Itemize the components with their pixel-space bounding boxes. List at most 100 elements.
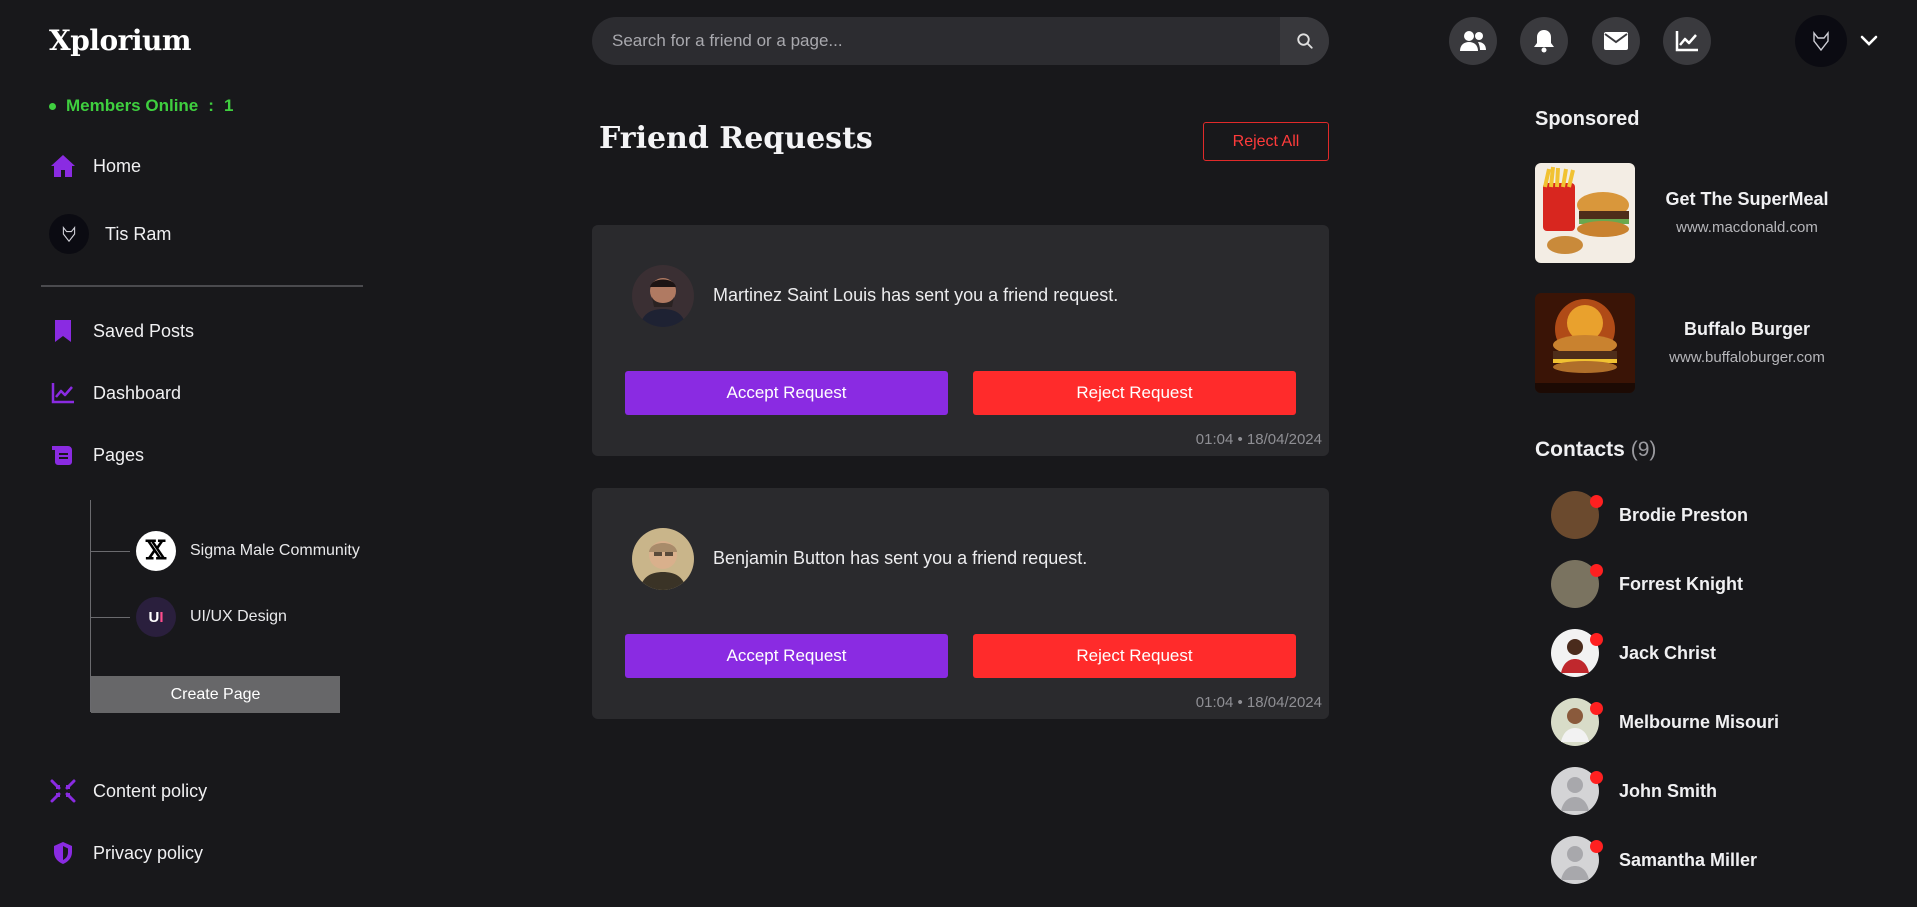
search-button[interactable] — [1280, 17, 1329, 65]
contact-name: John Smith — [1619, 780, 1717, 801]
contact-name: Jack Christ — [1619, 642, 1717, 663]
contact-name: Melbourne Misouri — [1619, 711, 1780, 732]
pages-icon — [49, 441, 77, 469]
sigma-page-logo-icon: 𝕏 — [136, 531, 176, 571]
nav-dashboard-label: Dashboard — [93, 382, 182, 403]
mail-icon — [1604, 32, 1628, 50]
status-indicator — [1590, 495, 1603, 508]
nav-content-policy[interactable]: Content policy — [49, 777, 207, 805]
app-logo[interactable]: Xplorium — [49, 24, 192, 57]
contacts-count: (9) — [1630, 438, 1657, 461]
members-online-label: Members Online — [66, 96, 199, 115]
nav-dashboard[interactable]: Dashboard — [49, 379, 181, 407]
ad-title[interactable]: Get The SuperMeal — [1643, 189, 1851, 210]
profile-avatar[interactable] — [1795, 15, 1847, 67]
status-indicator — [1590, 564, 1603, 577]
pages-tree-branch — [90, 551, 130, 552]
request-timestamp: 01:04 • 18/04/2024 — [1195, 694, 1322, 711]
page-title: Friend Requests — [599, 121, 873, 156]
search-bar — [592, 17, 1329, 65]
home-icon — [49, 152, 77, 180]
contact-item[interactable]: Forrest Knight — [1551, 560, 1743, 608]
search-icon — [1296, 33, 1313, 49]
contact-avatar — [1551, 698, 1603, 746]
accept-request-button[interactable]: Accept Request — [625, 634, 948, 678]
ad-image[interactable] — [1535, 163, 1635, 263]
members-online: Members Online : 1 — [49, 96, 233, 116]
members-online-count: 1 — [223, 96, 234, 115]
nav-home[interactable]: Home — [49, 152, 141, 180]
profile-menu-toggle[interactable] — [1857, 29, 1881, 53]
contact-item[interactable]: John Smith — [1551, 767, 1717, 815]
user-name: Tis Ram — [105, 223, 172, 244]
nav-home-label: Home — [93, 155, 142, 176]
contact-item[interactable]: Melbourne Misouri — [1551, 698, 1779, 746]
contact-avatar — [1551, 491, 1603, 539]
page-item-label: UI/UX Design — [190, 608, 287, 625]
requester-avatar[interactable] — [632, 528, 694, 590]
sidebar-divider — [41, 285, 363, 287]
friends-button[interactable] — [1449, 17, 1497, 65]
nav-privacy-policy[interactable]: Privacy policy — [49, 839, 203, 867]
reject-request-button[interactable]: Reject Request — [973, 371, 1296, 415]
request-timestamp: 01:04 • 18/04/2024 — [1195, 431, 1322, 448]
content-policy-icon — [49, 777, 77, 805]
contact-avatar — [1551, 629, 1603, 677]
nav-saved-posts[interactable]: Saved Posts — [49, 317, 194, 345]
chart-line-icon — [49, 379, 77, 407]
shield-icon — [49, 839, 77, 867]
messages-button[interactable] — [1592, 17, 1640, 65]
status-indicator — [1590, 840, 1603, 853]
friend-request-card: Benjamin Button has sent you a friend re… — [592, 488, 1329, 719]
pages-tree-branch — [90, 617, 130, 618]
status-indicator — [1590, 771, 1603, 784]
sponsored-heading: Sponsored — [1535, 108, 1640, 130]
contacts-label: Contacts — [1535, 438, 1625, 461]
ad-image[interactable] — [1535, 293, 1635, 393]
contact-avatar — [1551, 560, 1603, 608]
chart-icon — [1675, 31, 1698, 52]
sponsored-ad[interactable]: Get The SuperMeal www.macdonald.com — [1535, 163, 1851, 263]
status-indicator — [1590, 702, 1603, 715]
uiux-page-logo-icon: UI — [136, 597, 176, 637]
user-avatar — [49, 214, 89, 254]
accept-request-button[interactable]: Accept Request — [625, 371, 948, 415]
dashboard-button[interactable] — [1663, 17, 1711, 65]
nav-saved-posts-label: Saved Posts — [93, 320, 195, 341]
bookmark-icon — [49, 317, 77, 345]
contact-item[interactable]: Jack Christ — [1551, 629, 1716, 677]
page-item-ui-ux-design[interactable]: UI UI/UX Design — [136, 597, 287, 637]
contacts-heading: Contacts (9) — [1535, 438, 1656, 462]
request-message: Martinez Saint Louis has sent you a frie… — [713, 285, 1119, 305]
nav-privacy-policy-label: Privacy policy — [93, 842, 204, 863]
contact-avatar — [1551, 767, 1603, 815]
page-item-sigma-male-community[interactable]: 𝕏 Sigma Male Community — [136, 531, 360, 571]
contact-item[interactable]: Samantha Miller — [1551, 836, 1757, 884]
nav-pages-label: Pages — [93, 444, 145, 465]
friends-icon — [1460, 31, 1486, 51]
page-item-label: Sigma Male Community — [190, 542, 360, 559]
sponsored-ad[interactable]: Buffalo Burger www.buffaloburger.com — [1535, 293, 1851, 393]
contact-name: Forrest Knight — [1619, 573, 1743, 594]
ad-url[interactable]: www.buffaloburger.com — [1643, 349, 1851, 366]
reject-request-button[interactable]: Reject Request — [973, 634, 1296, 678]
nav-content-policy-label: Content policy — [93, 780, 208, 801]
reject-all-button[interactable]: Reject All — [1203, 122, 1329, 161]
search-input[interactable] — [592, 17, 1280, 65]
bell-icon — [1534, 30, 1554, 53]
nav-pages[interactable]: Pages — [49, 441, 144, 469]
notifications-button[interactable] — [1520, 17, 1568, 65]
contact-item[interactable]: Brodie Preston — [1551, 491, 1748, 539]
requester-avatar[interactable] — [632, 265, 694, 327]
ad-url[interactable]: www.macdonald.com — [1643, 219, 1851, 236]
create-page-button[interactable]: Create Page — [91, 676, 340, 713]
ad-title[interactable]: Buffalo Burger — [1643, 319, 1851, 340]
request-message: Benjamin Button has sent you a friend re… — [713, 548, 1088, 568]
nav-profile[interactable]: Tis Ram — [49, 214, 171, 254]
chevron-down-icon — [1860, 35, 1878, 46]
status-indicator — [1590, 633, 1603, 646]
friend-request-card: Martinez Saint Louis has sent you a frie… — [592, 225, 1329, 456]
contact-name: Brodie Preston — [1619, 504, 1749, 525]
fox-logo-icon — [1813, 31, 1829, 51]
online-dot — [49, 102, 56, 110]
